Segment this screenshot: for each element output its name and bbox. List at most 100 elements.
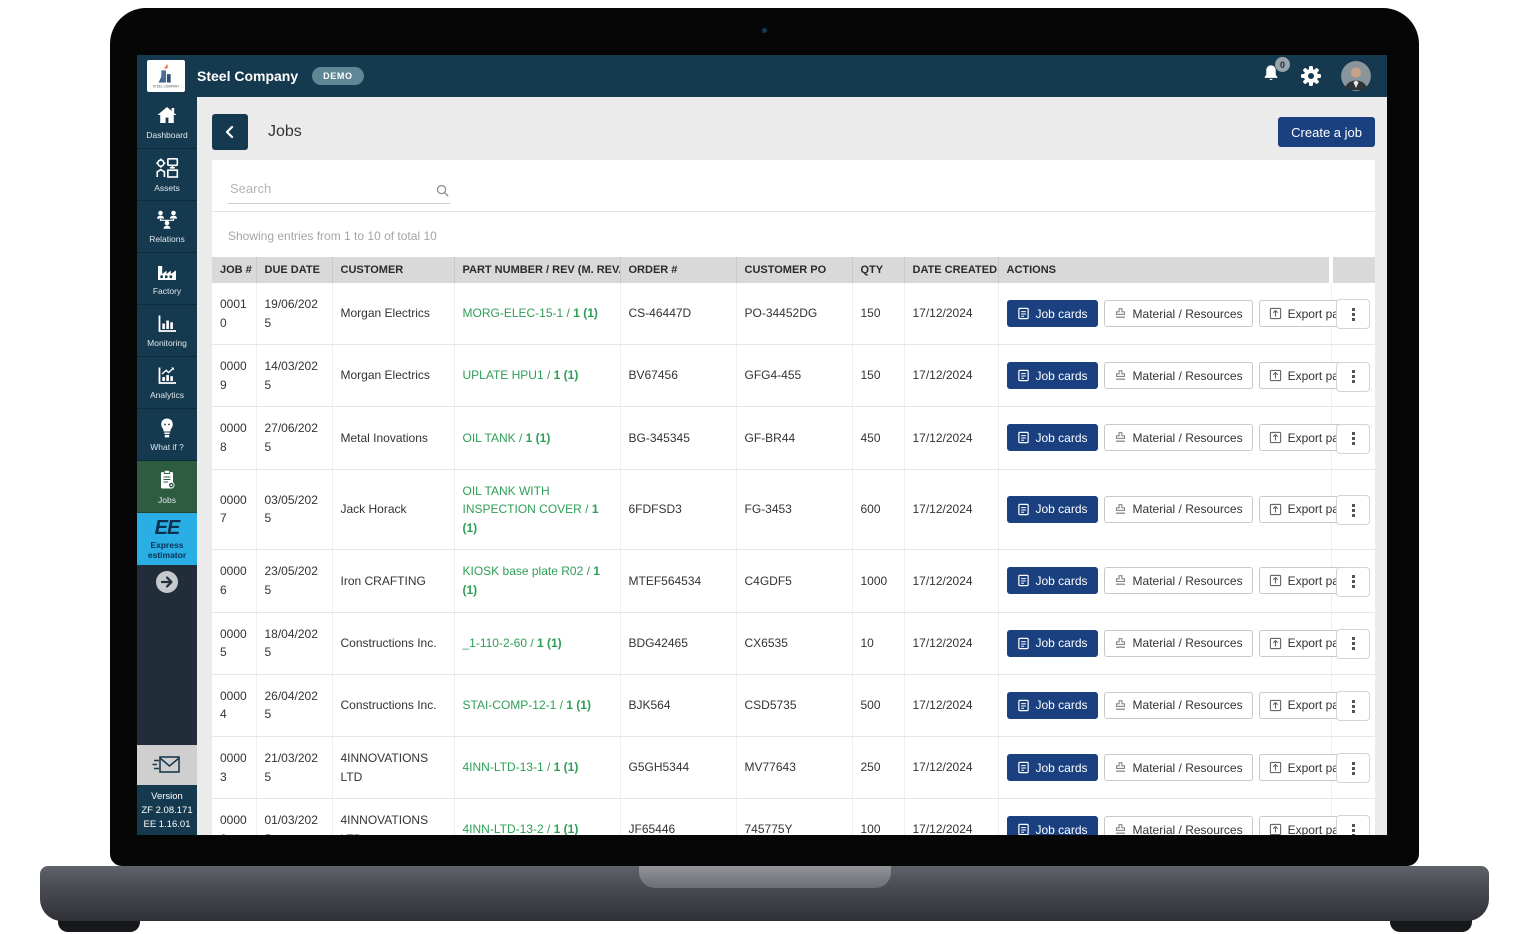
part-link[interactable]: 4INN-LTD-13-1 / 1 (1) [463, 760, 579, 774]
part-link[interactable]: STAI-COMP-12-1 / 1 (1) [463, 698, 591, 712]
job-cards-button[interactable]: Job cards [1007, 362, 1098, 389]
customer-po-cell: 745775Y [736, 799, 852, 835]
user-avatar[interactable] [1341, 61, 1371, 91]
steel-company-logo-icon: STEEL COMPANY [149, 62, 183, 90]
job-cards-button[interactable]: Job cards [1007, 754, 1098, 781]
part-link[interactable]: OIL TANK / 1 (1) [463, 431, 551, 445]
collapse-arrow-icon [154, 569, 180, 595]
material-resources-button[interactable]: Material / Resources [1104, 496, 1253, 523]
part-name: OIL TANK / [463, 431, 526, 445]
material-resources-label: Material / Resources [1133, 369, 1243, 383]
actions-cell: Job cards Material / Resources Export pa… [998, 550, 1331, 612]
date-created-cell: 17/12/2024 [904, 736, 998, 798]
part-link[interactable]: KIOSK base plate R02 / 1 (1) [463, 564, 600, 597]
assets-icon [154, 155, 180, 181]
sidebar-item-what-if[interactable]: What if ? [137, 409, 197, 461]
order-number-cell: BJK564 [620, 674, 736, 736]
material-resources-button[interactable]: Material / Resources [1104, 567, 1253, 594]
job-cards-icon [1017, 699, 1030, 712]
order-number-cell: BDG42465 [620, 612, 736, 674]
sidebar-item-assets[interactable]: Assets [137, 149, 197, 201]
export-part-icon [1269, 503, 1282, 516]
part-number-cell: OIL TANK WITH INSPECTION COVER / 1 (1) [454, 469, 620, 550]
job-number-cell: 00002 [212, 799, 256, 835]
due-date-cell: 14/03/2025 [256, 345, 332, 407]
material-resources-button[interactable]: Material / Resources [1104, 754, 1253, 781]
laptop-lid-notch [639, 866, 891, 888]
notifications-button[interactable]: 0 [1261, 64, 1281, 88]
job-cards-button[interactable]: Job cards [1007, 567, 1098, 594]
job-cards-button[interactable]: Job cards [1007, 692, 1098, 719]
job-cards-label: Job cards [1036, 307, 1088, 321]
search-input[interactable] [228, 180, 423, 197]
table-row: 00006 23/05/2025 Iron CRAFTING KIOSK bas… [212, 550, 1375, 612]
main-content: Jobs Create a job [197, 97, 1387, 835]
sidebar-item-express-estimator[interactable]: EE Express estimator [137, 513, 197, 565]
back-button[interactable] [212, 114, 248, 150]
row-menu-button[interactable] [1336, 815, 1370, 835]
material-resources-button[interactable]: Material / Resources [1104, 692, 1253, 719]
row-menu-button[interactable] [1336, 299, 1370, 329]
material-resources-button[interactable]: Material / Resources [1104, 424, 1253, 451]
actions-cell: Job cards Material / Resources Export pa… [998, 469, 1331, 550]
qty-cell: 250 [852, 736, 904, 798]
job-number-cell: 00003 [212, 736, 256, 798]
material-resources-button[interactable]: Material / Resources [1104, 630, 1253, 657]
sidebar-item-analytics[interactable]: Analytics [137, 357, 197, 409]
jobs-card: Showing entries from 1 to 10 of total 10… [212, 160, 1375, 835]
material-resources-icon [1114, 699, 1127, 712]
create-job-button[interactable]: Create a job [1278, 117, 1375, 147]
row-menu-button[interactable] [1336, 424, 1370, 454]
row-menu-button[interactable] [1336, 495, 1370, 525]
part-link[interactable]: MORG-ELEC-15-1 / 1 (1) [463, 306, 598, 320]
order-number-cell: 6FDFSD3 [620, 469, 736, 550]
job-cards-label: Job cards [1036, 823, 1088, 835]
part-rev: 1 (1) [566, 698, 591, 712]
job-cards-label: Job cards [1036, 636, 1088, 650]
material-resources-label: Material / Resources [1133, 761, 1243, 775]
export-part-icon [1269, 574, 1282, 587]
job-cards-button[interactable]: Job cards [1007, 630, 1098, 657]
settings-gear-icon[interactable] [1301, 66, 1321, 86]
row-menu-button[interactable] [1336, 362, 1370, 392]
job-cards-label: Job cards [1036, 431, 1088, 445]
part-link[interactable]: UPLATE HPU1 / 1 (1) [463, 368, 579, 382]
job-number-cell: 00005 [212, 612, 256, 674]
part-rev: 1 (1) [537, 636, 562, 650]
col-date-created: DATE CREATED [904, 257, 998, 283]
material-resources-button[interactable]: Material / Resources [1104, 300, 1253, 327]
export-part-icon [1269, 307, 1282, 320]
row-menu-button[interactable] [1336, 567, 1370, 597]
row-menu-button[interactable] [1336, 691, 1370, 721]
col-actions: ACTIONS [998, 257, 1331, 283]
due-date-cell: 23/05/2025 [256, 550, 332, 612]
job-cards-button[interactable]: Job cards [1007, 424, 1098, 451]
part-link[interactable]: 4INN-LTD-13-2 / 1 (1) [463, 822, 579, 835]
row-menu-cell [1331, 736, 1375, 798]
material-resources-button[interactable]: Material / Resources [1104, 816, 1253, 835]
part-link[interactable]: _1-110-2-60 / 1 (1) [463, 636, 562, 650]
qty-cell: 600 [852, 469, 904, 550]
sidebar-collapse-control[interactable] [137, 565, 197, 599]
part-name: 4INN-LTD-13-1 / [463, 760, 554, 774]
material-resources-icon [1114, 307, 1127, 320]
sidebar-item-factory[interactable]: Factory [137, 253, 197, 305]
part-link[interactable]: OIL TANK WITH INSPECTION COVER / 1 (1) [463, 484, 599, 535]
actions-cell: Job cards Material / Resources Export pa… [998, 612, 1331, 674]
sidebar-item-relations[interactable]: Relations [137, 201, 197, 253]
express-estimator-logo: EE [155, 518, 180, 538]
laptop-mockup: STEEL COMPANY Steel Company DEMO 0 [0, 0, 1529, 934]
material-resources-label: Material / Resources [1133, 574, 1243, 588]
material-resources-button[interactable]: Material / Resources [1104, 362, 1253, 389]
sidebar-item-dashboard[interactable]: Dashboard [137, 97, 197, 149]
row-menu-button[interactable] [1336, 629, 1370, 659]
job-cards-button[interactable]: Job cards [1007, 300, 1098, 327]
row-menu-button[interactable] [1336, 753, 1370, 783]
actions-cell: Job cards Material / Resources Export pa… [998, 407, 1331, 469]
job-cards-button[interactable]: Job cards [1007, 496, 1098, 523]
job-cards-button[interactable]: Job cards [1007, 816, 1098, 835]
chevron-left-icon [222, 124, 238, 140]
sidebar-item-monitoring[interactable]: Monitoring [137, 305, 197, 357]
contact-mail-button[interactable] [137, 745, 197, 785]
sidebar-item-jobs-active[interactable]: Jobs [137, 461, 197, 513]
